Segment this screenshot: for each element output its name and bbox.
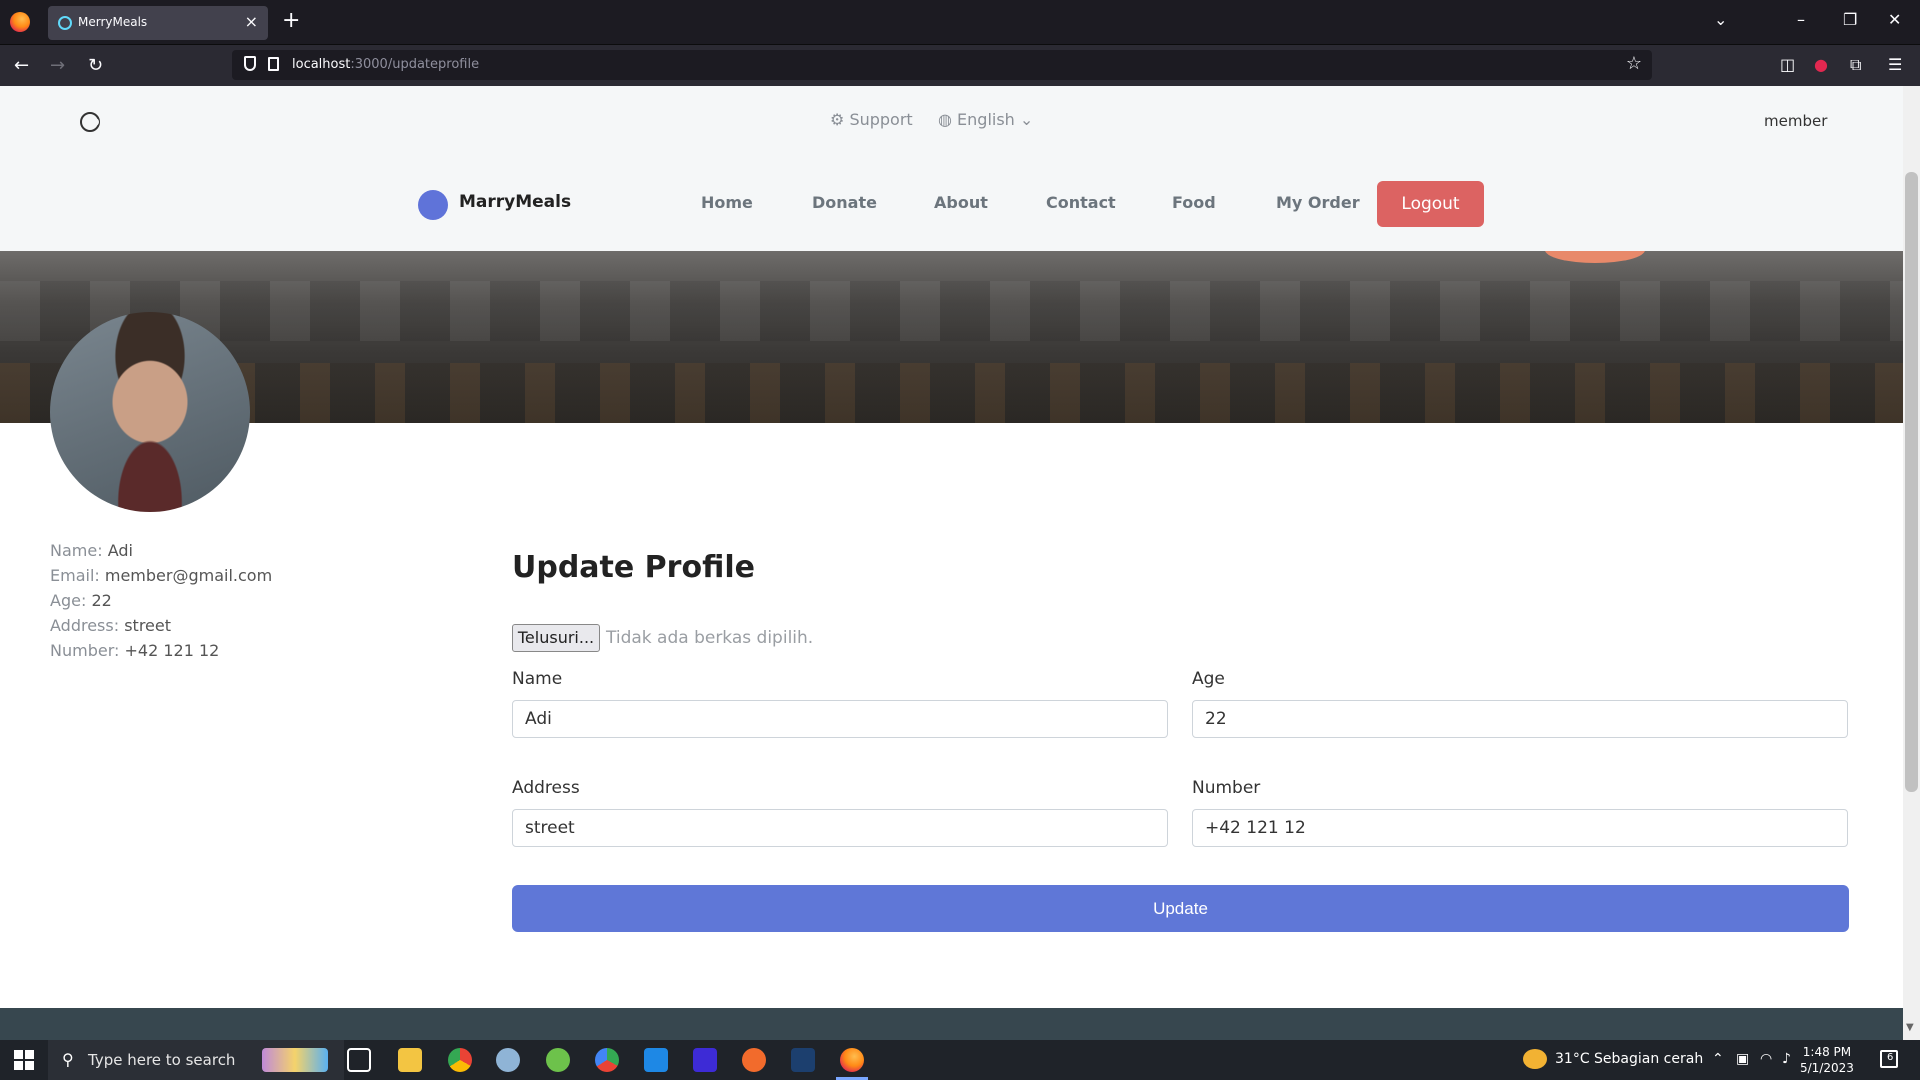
chrome-dev-icon[interactable] [595, 1048, 619, 1072]
new-tab-button[interactable]: + [282, 8, 300, 34]
forward-button[interactable]: → [50, 55, 65, 76]
nav-home[interactable]: Home [701, 193, 753, 212]
name-label: Name [512, 669, 563, 689]
info-name: Name: Adi [50, 541, 133, 560]
tray-chevron-icon[interactable]: ⌃ [1712, 1051, 1724, 1067]
tab-title: MerryMeals [78, 15, 148, 29]
browser-tabbar: MerryMeals × + ⌄ – ❐ ✕ [0, 0, 1920, 44]
number-field[interactable] [1192, 809, 1848, 847]
windows-start-icon[interactable] [14, 1050, 34, 1070]
browser-navbar: ← → ↻ localhost:3000/updateprofile ☆ ◫ ●… [0, 44, 1920, 86]
vscode-icon[interactable] [644, 1048, 668, 1072]
nav-about[interactable]: About [934, 193, 988, 212]
nav-food[interactable]: Food [1172, 193, 1216, 212]
age-field[interactable] [1192, 700, 1848, 738]
page-info-icon[interactable] [268, 57, 279, 71]
search-icon: ⚲ [62, 1050, 74, 1069]
scrollbar-thumb[interactable] [1905, 172, 1918, 792]
menu-hamburger-icon[interactable]: ☰ [1888, 55, 1902, 74]
search-highlight-icon[interactable] [262, 1048, 328, 1072]
tracking-shield-icon[interactable] [244, 56, 256, 71]
logout-button[interactable]: Logout [1377, 181, 1484, 227]
taskbar-search-placeholder[interactable]: Type here to search [88, 1051, 235, 1069]
notification-count: 6 [1887, 1052, 1894, 1063]
user-role: member [1764, 112, 1828, 130]
clock-date: 5/1/2023 [1800, 1061, 1854, 1075]
weather-text[interactable]: 31°C Sebagian cerah [1555, 1051, 1703, 1067]
address-bar[interactable]: localhost:3000/updateprofile ☆ [232, 50, 1652, 80]
page-title: Update Profile [512, 550, 755, 585]
banner-sun [1545, 251, 1645, 263]
reload-button[interactable]: ↻ [88, 55, 103, 76]
back-button[interactable]: ← [14, 55, 29, 76]
profile-info: Name: Adi Email: member@gmail.com Age: 2… [50, 538, 272, 663]
browser-tab[interactable]: MerryMeals × [48, 6, 268, 40]
wifi-icon[interactable]: ◠ [1760, 1051, 1772, 1067]
close-tab-icon[interactable]: × [245, 12, 258, 31]
list-tabs-icon[interactable]: ⌄ [1714, 10, 1727, 29]
nav-donate[interactable]: Donate [812, 193, 877, 212]
url-text[interactable]: localhost:3000/updateprofile [292, 57, 479, 72]
volume-icon[interactable]: ♪ [1782, 1051, 1791, 1067]
leaf-app-icon[interactable] [546, 1048, 570, 1072]
task-view-icon[interactable] [347, 1048, 371, 1072]
theme-toggle-icon[interactable] [80, 112, 100, 132]
extensions-icon[interactable]: ⧉ [1850, 55, 1861, 75]
mysql-workbench-icon[interactable] [791, 1048, 815, 1072]
firefox-logo-icon[interactable] [10, 12, 30, 32]
nav-contact[interactable]: Contact [1046, 193, 1116, 212]
system-clock[interactable]: 1:48 PM 5/1/2023 [1800, 1044, 1854, 1076]
age-label: Age [1192, 669, 1225, 689]
avatar [50, 312, 250, 512]
intellij-icon[interactable] [693, 1048, 717, 1072]
info-email: Email: member@gmail.com [50, 566, 273, 585]
info-number: Number: +42 121 12 [50, 641, 220, 660]
firefox-taskbar-icon[interactable] [836, 1048, 868, 1080]
react-favicon-icon [58, 16, 72, 30]
profile-banner-image [0, 251, 1903, 423]
chrome-icon[interactable] [448, 1048, 472, 1072]
address-field[interactable] [512, 809, 1168, 847]
name-field[interactable] [512, 700, 1168, 738]
scroll-down-arrow-icon[interactable]: ▼ [1906, 1022, 1914, 1033]
paint-app-icon[interactable] [496, 1048, 520, 1072]
close-window-button[interactable]: ✕ [1888, 10, 1901, 29]
brand-logo-icon[interactable] [418, 190, 448, 220]
file-browse-button[interactable]: Telusuri... [512, 624, 600, 652]
file-explorer-icon[interactable] [398, 1048, 422, 1072]
info-address: Address: street [50, 616, 171, 635]
postman-icon[interactable] [742, 1048, 766, 1072]
weather-icon[interactable] [1523, 1049, 1547, 1069]
minimize-button[interactable]: – [1797, 10, 1805, 29]
brand-name[interactable]: MarryMeals [459, 192, 571, 212]
file-status: Tidak ada berkas dipilih. [606, 628, 814, 648]
info-age: Age: 22 [50, 591, 112, 610]
site-header: ⚙ Support ◍ English ⌄ member MarryMeals … [0, 86, 1903, 251]
address-label: Address [512, 778, 580, 798]
notification-center-icon[interactable]: 6 [1880, 1050, 1898, 1068]
language-dropdown[interactable]: ◍ English ⌄ [938, 110, 1033, 129]
extension-lock-icon[interactable]: ● [1814, 55, 1828, 74]
taskbar: ⚲ Type here to search 31°C Sebagian cera… [0, 1040, 1920, 1080]
update-button[interactable]: Update [512, 885, 1849, 932]
nav-my-order[interactable]: My Order [1276, 193, 1360, 212]
restore-button[interactable]: ❐ [1843, 10, 1857, 29]
meet-now-icon[interactable]: ▣ [1736, 1051, 1749, 1067]
bookmark-star-icon[interactable]: ☆ [1626, 53, 1642, 74]
number-label: Number [1192, 778, 1261, 798]
support-link[interactable]: ⚙ Support [830, 110, 913, 129]
clock-time: 1:48 PM [1802, 1045, 1852, 1059]
footer [0, 1008, 1903, 1040]
pocket-icon[interactable]: ◫ [1780, 55, 1795, 74]
